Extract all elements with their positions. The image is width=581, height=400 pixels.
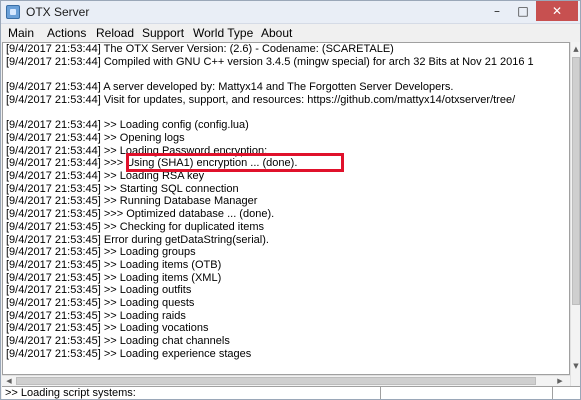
log-line: [9/4/2017 21:53:45] >> Starting SQL conn… [6, 182, 239, 195]
menu-actions[interactable]: Actions [47, 26, 86, 40]
scroll-left-arrow-icon[interactable]: ◀ [3, 376, 15, 386]
log-line: [9/4/2017 21:53:45] >> Checking for dupl… [6, 220, 265, 233]
log-line: [9/4/2017 21:53:45] >> Loading vocations [6, 322, 209, 335]
log-line: [9/4/2017 21:53:45] >>> Optimized databa… [6, 208, 275, 221]
log-line: [9/4/2017 21:53:45] >> Loading items (XM… [6, 271, 222, 284]
log-line: [9/4/2017 21:53:45] >> Loading chat chan… [6, 335, 230, 348]
log-line: [9/4/2017 21:53:45] Error during getData… [6, 233, 269, 246]
menu-world-type[interactable]: World Type [193, 26, 253, 40]
window-controls: – □ ✕ [484, 1, 578, 21]
scroll-up-arrow-icon[interactable]: ▲ [571, 43, 580, 55]
log-line: [9/4/2017 21:53:45] >> Loading quests [6, 297, 195, 309]
log-line: [9/4/2017 21:53:45] >> Loading raids [6, 309, 186, 322]
horizontal-scroll-thumb[interactable] [16, 377, 536, 385]
vertical-scroll-thumb[interactable] [572, 57, 580, 305]
scroll-down-arrow-icon[interactable]: ▼ [571, 360, 580, 372]
log-line: [9/4/2017 21:53:45] >> Loading experienc… [6, 347, 252, 360]
minimize-button[interactable]: – [484, 1, 510, 21]
log-line: [9/4/2017 21:53:44] >> Loading config (c… [6, 119, 249, 132]
vertical-scrollbar[interactable]: ▲ ▼ [570, 42, 580, 386]
server-log-console[interactable]: [9/4/2017 21:53:44] The OTX Server Versi… [2, 42, 570, 375]
status-divider [380, 387, 381, 399]
maximize-button[interactable]: □ [510, 1, 536, 21]
log-line: [9/4/2017 21:53:44] >> Opening logs [6, 131, 185, 144]
otx-server-window: OTX Server – □ ✕ Main Actions Reload Sup… [0, 0, 581, 400]
close-button[interactable]: ✕ [536, 1, 578, 21]
menu-support[interactable]: Support [142, 26, 184, 40]
menu-bar: Main Actions Reload Support World Type A… [1, 24, 580, 42]
menu-main[interactable]: Main [8, 26, 34, 40]
title-bar[interactable]: OTX Server – □ ✕ [1, 1, 580, 24]
horizontal-scrollbar[interactable]: ◀ ▶ [2, 375, 570, 386]
status-bar: >> Loading script systems: [2, 386, 580, 399]
menu-reload[interactable]: Reload [96, 26, 134, 40]
log-line: [9/4/2017 21:53:44] The OTX Server Versi… [6, 43, 394, 55]
status-text: >> Loading script systems: [5, 387, 136, 399]
log-line: [9/4/2017 21:53:45] >> Loading items (OT… [6, 258, 222, 271]
status-divider [552, 387, 553, 399]
log-line: [9/4/2017 21:53:44] Visit for updates, s… [6, 93, 516, 106]
log-line: [9/4/2017 21:53:45] >> Loading outfits [6, 284, 192, 297]
log-line: [9/4/2017 21:53:44] A server developed b… [6, 81, 454, 94]
scroll-right-arrow-icon[interactable]: ▶ [554, 376, 566, 386]
highlight-annotation-box [126, 153, 344, 172]
window-title: OTX Server [26, 5, 90, 19]
otx-app-icon [6, 5, 20, 19]
menu-about[interactable]: About [261, 26, 292, 40]
log-line: [9/4/2017 21:53:45] >> Running Database … [6, 195, 258, 208]
log-line: [9/4/2017 21:53:45] >> Loading groups [6, 246, 196, 259]
log-line: [9/4/2017 21:53:44] Compiled with GNU C+… [6, 55, 534, 68]
